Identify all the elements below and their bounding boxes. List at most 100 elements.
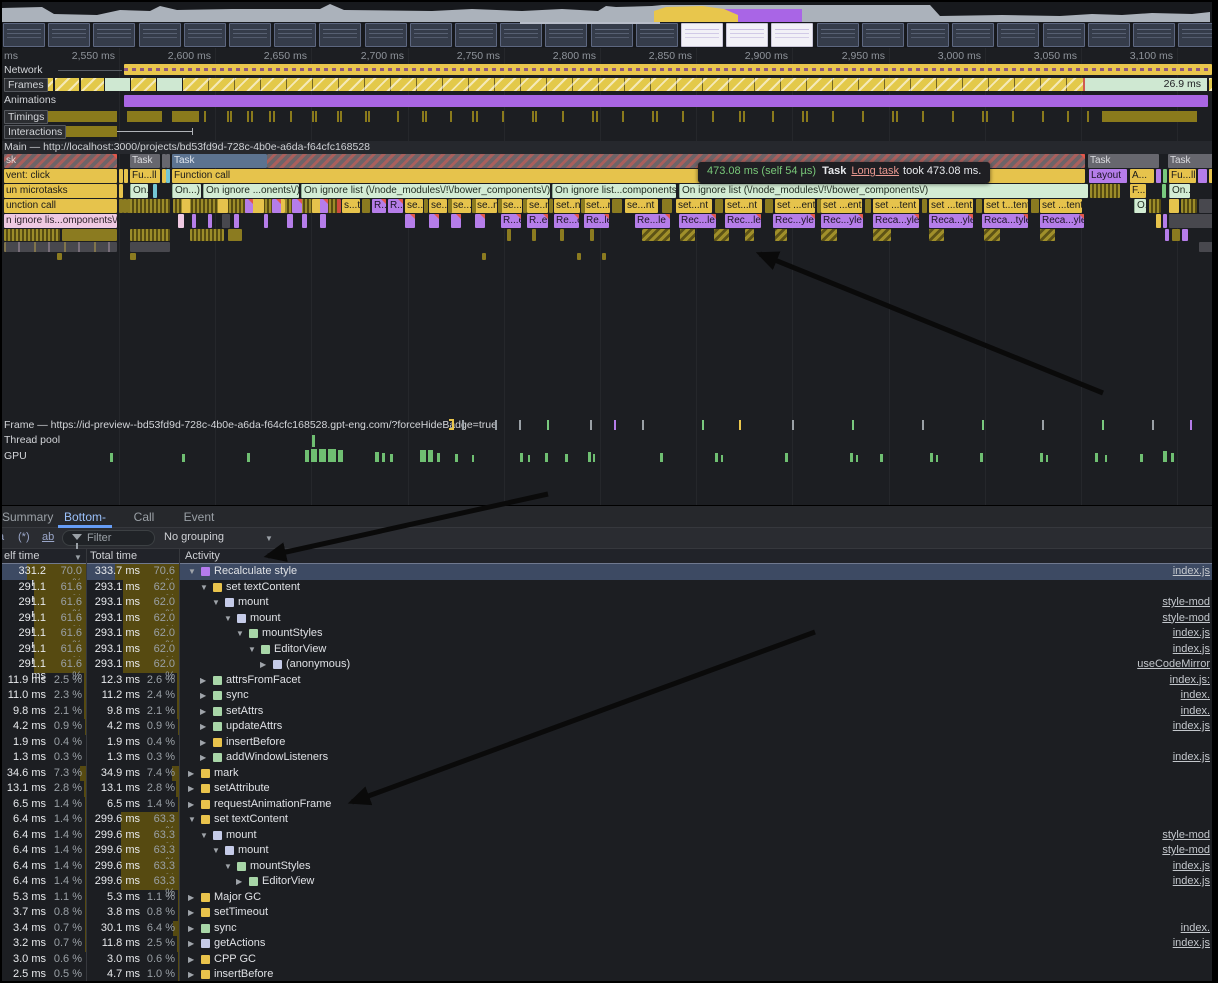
table-row-mountstyles[interactable]: 6.4 ms1.4 %299.6 ms63.3 %▼mountStylesind…: [2, 859, 1212, 875]
frame-event-tick[interactable]: [982, 420, 984, 430]
gpu-task-bar[interactable]: [247, 453, 250, 462]
flame-bar-vent-click[interactable]: vent: click: [4, 169, 117, 183]
flame-bar-set-nt[interactable]: set...nt: [584, 199, 610, 213]
gpu-task-bar[interactable]: [319, 449, 326, 462]
flame-bar-fu-ll[interactable]: Fu...ll: [130, 169, 160, 183]
flame-bar-set-t-tent[interactable]: set t...tent: [984, 199, 1028, 213]
filmstrip-thumbnail[interactable]: [1088, 23, 1130, 47]
table-row-attrsfromfacet[interactable]: 11.9 ms2.5 %12.3 ms2.6 %▶attrsFromFaceti…: [2, 673, 1212, 689]
gpu-task-bar[interactable]: [1105, 455, 1107, 462]
source-link[interactable]: style-mod: [1162, 829, 1210, 841]
flame-bar[interactable]: [532, 229, 536, 241]
flame-bar[interactable]: [1156, 169, 1161, 183]
tooltip-long-task-link[interactable]: Long task: [851, 165, 899, 177]
tab-bottom-up[interactable]: Bottom-up: [58, 506, 112, 528]
flame-bar-re-e[interactable]: Re...e: [554, 214, 579, 228]
flame-bar-se-t[interactable]: se...t: [451, 199, 471, 213]
expander-closed-icon[interactable]: ▶: [188, 769, 194, 778]
timing-tick[interactable]: [592, 111, 594, 122]
timing-tick[interactable]: [472, 111, 474, 122]
timing-tick[interactable]: [806, 111, 808, 122]
flame-bar[interactable]: [929, 229, 944, 241]
timing-tick[interactable]: [1067, 111, 1069, 122]
flame-bar-reca-yle[interactable]: Reca...yle: [873, 214, 919, 228]
table-row-addwindowlisteners[interactable]: 1.3 ms0.3 %1.3 ms0.3 %▶addWindowListener…: [2, 750, 1212, 766]
timing-block[interactable]: [1102, 111, 1197, 122]
source-link[interactable]: index.js: [1173, 565, 1210, 577]
table-row-cpp-gc[interactable]: 3.0 ms0.6 %3.0 ms0.6 %▶CPP GC: [2, 952, 1212, 968]
frame-event-tick[interactable]: [739, 420, 741, 430]
filmstrip-thumbnail[interactable]: [1178, 23, 1212, 47]
flame-bar[interactable]: [1165, 229, 1169, 241]
expander-open-icon[interactable]: ▼: [188, 815, 196, 824]
timing-tick[interactable]: [340, 111, 342, 122]
filmstrip-thumbnail[interactable]: [184, 23, 226, 47]
timing-tick[interactable]: [450, 111, 452, 122]
timing-tick[interactable]: [251, 111, 253, 122]
flame-bar[interactable]: [602, 253, 606, 260]
flame-bar[interactable]: [472, 199, 476, 213]
gpu-task-bar[interactable]: [545, 453, 548, 462]
gpu-task-bar[interactable]: [1046, 455, 1048, 462]
source-link[interactable]: index.js: [1173, 937, 1210, 949]
flame-bar[interactable]: [337, 199, 341, 213]
flame-bar-task[interactable]: Task: [1088, 154, 1159, 168]
table-row-editorview[interactable]: 6.4 ms1.4 %299.6 ms63.3 %▶EditorViewinde…: [2, 874, 1212, 890]
flame-bar[interactable]: [218, 199, 228, 213]
gpu-task-bar[interactable]: [785, 453, 788, 462]
expander-open-icon[interactable]: ▼: [236, 629, 244, 638]
flame-bar[interactable]: [1156, 214, 1161, 228]
flame-bar[interactable]: [245, 199, 253, 213]
expander-closed-icon[interactable]: ▶: [200, 738, 206, 747]
gpu-task-bar[interactable]: [588, 452, 591, 462]
timing-tick[interactable]: [269, 111, 271, 122]
source-link[interactable]: style-mod: [1162, 844, 1210, 856]
flame-bar[interactable]: [642, 229, 670, 241]
timing-tick[interactable]: [952, 111, 954, 122]
flame-bar[interactable]: [130, 199, 170, 213]
gpu-task-bar[interactable]: [305, 450, 309, 462]
source-link[interactable]: index.: [1181, 689, 1210, 701]
frame-duration-badge[interactable]: 26.9 ms: [1085, 78, 1207, 91]
flame-bar[interactable]: [1181, 199, 1197, 213]
expander-closed-icon[interactable]: ▶: [200, 707, 206, 716]
gpu-task-bar[interactable]: [1040, 453, 1043, 462]
flame-bar[interactable]: [475, 214, 485, 228]
thread-pool-track[interactable]: Thread pool: [2, 433, 1212, 448]
table-row-sync[interactable]: 3.4 ms0.7 %30.1 ms6.4 %▶syncindex.: [2, 921, 1212, 937]
flame-bar-re-le[interactable]: Re...le: [635, 214, 670, 228]
source-link[interactable]: style-mod: [1162, 596, 1210, 608]
expander-closed-icon[interactable]: ▶: [200, 753, 206, 762]
flame-bar[interactable]: [680, 229, 695, 241]
frame-event-tick[interactable]: [922, 420, 924, 430]
frame-event-tick[interactable]: [1152, 420, 1154, 430]
match-case-icon[interactable]: a: [2, 531, 4, 543]
flame-bar-set-tent[interactable]: set ...tent: [873, 199, 919, 213]
expander-closed-icon[interactable]: ▶: [200, 722, 206, 731]
flame-bar[interactable]: [302, 214, 307, 228]
expander-closed-icon[interactable]: ▶: [188, 955, 194, 964]
gpu-task-bar[interactable]: [382, 453, 385, 462]
main-flame-chart[interactable]: skTaskTaskTaskTaskvent: clickFu...llFunc…: [2, 154, 1212, 264]
expander-open-icon[interactable]: ▼: [188, 567, 196, 576]
source-link[interactable]: index.: [1181, 705, 1210, 717]
expander-closed-icon[interactable]: ▶: [188, 924, 194, 933]
frame-event-tick[interactable]: [547, 420, 549, 430]
flame-bar[interactable]: [1169, 199, 1179, 213]
table-row-mount[interactable]: 6.4 ms1.4 %299.6 ms63.3 %▼mountstyle-mod: [2, 828, 1212, 844]
flame-bar[interactable]: [1040, 229, 1055, 241]
flame-bar[interactable]: [130, 242, 170, 252]
frames-track[interactable]: Frames 26.9 ms: [2, 77, 1212, 92]
table-row-mountstyles[interactable]: 291.1 ms61.6 %293.1 ms62.0 %▼mountStyles…: [2, 626, 1212, 642]
gpu-task-bar[interactable]: [455, 454, 458, 462]
timing-tick[interactable]: [562, 111, 564, 122]
frame-segment[interactable]: [55, 78, 79, 91]
table-row-insertbefore[interactable]: 1.9 ms0.4 %1.9 ms0.4 %▶insertBefore: [2, 735, 1212, 751]
frame-segment[interactable]: [1209, 78, 1212, 91]
table-row-setattrs[interactable]: 9.8 ms2.1 %9.8 ms2.1 %▶setAttrsindex.: [2, 704, 1212, 720]
filmstrip-thumbnail[interactable]: [455, 23, 497, 47]
table-row-mark[interactable]: 34.6 ms7.3 %34.9 ms7.4 %▶mark: [2, 766, 1212, 782]
gpu-task-bar[interactable]: [880, 454, 883, 462]
flame-bar[interactable]: [1163, 214, 1167, 228]
flame-bar[interactable]: [264, 214, 268, 228]
